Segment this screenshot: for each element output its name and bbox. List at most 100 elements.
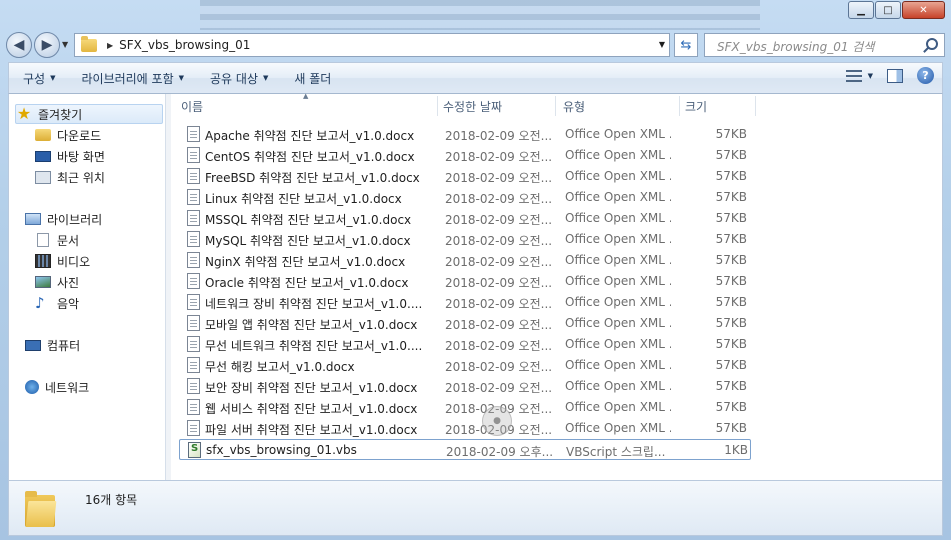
file-date: 2018-02-09 오전... — [445, 276, 553, 290]
file-date: 2018-02-09 오전... — [445, 150, 553, 164]
nav-videos-label: 비디오 — [57, 254, 91, 269]
refresh-button[interactable]: ⇆ — [674, 33, 698, 57]
forward-button[interactable]: ▶ — [34, 32, 60, 58]
file-row[interactable]: sfx_vbs_browsing_01.vbs 2018-02-09 오후... V… — [179, 439, 751, 460]
nav-favorites[interactable]: ★ 즐겨찾기 — [15, 104, 163, 124]
file-row[interactable]: 무선 네트워크 취약점 진단 보고서_v1.0.... 2018-02-09 오전… — [179, 334, 751, 355]
docx-icon — [187, 399, 200, 415]
nav-network[interactable]: 네트워크 — [25, 377, 89, 397]
file-row[interactable]: CentOS 취약점 진단 보고서_v1.0.docx 2018-02-09 오전… — [179, 145, 751, 166]
view-dropdown-icon[interactable]: ▼ — [868, 72, 873, 80]
organize-menu[interactable]: 구성 ▼ — [23, 70, 55, 87]
column-date-label: 수정한 날짜 — [443, 99, 503, 114]
file-name: 네트워크 장비 취약점 진단 보고서_v1.0.... — [205, 297, 423, 311]
recent-pages-dropdown[interactable]: ▼ — [62, 40, 68, 49]
file-date: 2018-02-09 오전... — [445, 192, 553, 206]
search-icon[interactable] — [926, 38, 938, 50]
docx-icon — [187, 315, 200, 331]
file-type: Office Open XML ... — [565, 379, 671, 393]
file-size: 57KB — [715, 316, 747, 330]
file-date: 2018-02-09 오전... — [445, 255, 553, 269]
file-row[interactable]: 네트워크 장비 취약점 진단 보고서_v1.0.... 2018-02-09 오전… — [179, 292, 751, 313]
address-bar[interactable]: ▶ SFX_vbs_browsing_01 ▼ — [74, 33, 670, 57]
back-button[interactable]: ◀ — [6, 32, 32, 58]
nav-downloads[interactable]: 다운로드 — [35, 125, 101, 145]
column-header-type[interactable]: 유형 — [557, 94, 679, 118]
file-name: 보안 장비 취약점 진단 보고서_v1.0.docx — [205, 381, 418, 395]
video-icon — [35, 254, 51, 268]
file-row[interactable]: 모바일 앱 취약점 진단 보고서_v1.0.docx 2018-02-09 오전.… — [179, 313, 751, 334]
file-date: 2018-02-09 오전... — [445, 234, 553, 248]
file-row[interactable]: MSSQL 취약점 진단 보고서_v1.0.docx 2018-02-09 오전.… — [179, 208, 751, 229]
file-row[interactable]: Oracle 취약점 진단 보고서_v1.0.docx 2018-02-09 오전… — [179, 271, 751, 292]
file-row[interactable]: FreeBSD 취약점 진단 보고서_v1.0.docx 2018-02-09 오… — [179, 166, 751, 187]
new-folder-button[interactable]: 새 폴더 — [294, 70, 331, 87]
file-size: 57KB — [715, 253, 747, 267]
file-row[interactable]: MySQL 취약점 진단 보고서_v1.0.docx 2018-02-09 오전.… — [179, 229, 751, 250]
file-type: Office Open XML ... — [565, 274, 671, 288]
docx-icon — [187, 147, 200, 163]
minimize-button[interactable]: ▁ — [848, 1, 874, 19]
nav-libraries[interactable]: 라이브러리 — [25, 209, 102, 229]
column-header-date[interactable]: 수정한 날짜 — [437, 94, 555, 118]
file-size: 57KB — [715, 190, 747, 204]
nav-computer[interactable]: 컴퓨터 — [25, 335, 80, 355]
background-window-blur — [200, 0, 760, 30]
file-type: Office Open XML ... — [565, 169, 671, 183]
close-button[interactable]: ✕ — [902, 1, 945, 19]
toolbar-right-group: ▼ ? — [845, 67, 934, 84]
share-with-menu[interactable]: 공유 대상 ▼ — [210, 70, 268, 87]
nav-favorites-label: 즐겨찾기 — [38, 107, 83, 122]
breadcrumb-current-folder[interactable]: SFX_vbs_browsing_01 — [119, 38, 250, 52]
address-dropdown-icon[interactable]: ▼ — [659, 40, 665, 49]
file-size: 57KB — [715, 337, 747, 351]
caption-buttons: ▁ □ ✕ — [848, 1, 945, 19]
desktop-icon — [35, 150, 51, 162]
include-in-library-menu[interactable]: 라이브러리에 포함 ▼ — [81, 70, 184, 87]
nav-pictures[interactable]: 사진 — [35, 272, 79, 292]
column-header-size[interactable]: 크기 — [679, 94, 755, 118]
column-divider[interactable] — [755, 96, 756, 116]
nav-videos[interactable]: 비디오 — [35, 251, 90, 271]
file-row[interactable]: 파일 서버 취약점 진단 보고서_v1.0.docx 2018-02-09 오전.… — [179, 418, 751, 439]
preview-pane-icon[interactable] — [887, 68, 903, 83]
file-type: Office Open XML ... — [565, 400, 671, 414]
nav-recent[interactable]: 최근 위치 — [35, 167, 105, 187]
file-name: 무선 네트워크 취약점 진단 보고서_v1.0.... — [205, 339, 423, 353]
pane-splitter[interactable] — [165, 94, 171, 480]
breadcrumb-chevron-icon[interactable]: ▶ — [107, 41, 113, 50]
file-list: 이름 ▲ 수정한 날짜 유형 크기 Apache 취약점 진단 보고서_v1.0.… — [175, 92, 944, 480]
view-options-icon[interactable] — [845, 69, 862, 82]
recent-places-icon — [35, 170, 51, 184]
file-row[interactable]: 웹 서비스 취약점 진단 보고서_v1.0.docx 2018-02-09 오전.… — [179, 397, 751, 418]
nav-computer-label: 컴퓨터 — [47, 338, 81, 353]
file-name: FreeBSD 취약점 진단 보고서_v1.0.docx — [205, 171, 420, 185]
nav-desktop[interactable]: 바탕 화면 — [35, 146, 105, 166]
navigation-bar: ◀ ▶ ▼ ▶ SFX_vbs_browsing_01 ▼ ⇆ SFX_vbs_… — [4, 30, 947, 58]
nav-music[interactable]: ♪ 음악 — [35, 293, 79, 313]
file-size: 57KB — [715, 127, 747, 141]
column-type-label: 유형 — [563, 99, 586, 114]
file-row[interactable]: Linux 취약점 진단 보고서_v1.0.docx 2018-02-09 오전.… — [179, 187, 751, 208]
star-icon: ★ — [16, 104, 32, 123]
docx-icon — [187, 210, 200, 226]
explorer-window: ▁ □ ✕ ◀ ▶ ▼ ▶ SFX_vbs_browsing_01 ▼ ⇆ SF… — [0, 0, 951, 540]
file-date: 2018-02-09 오전... — [445, 381, 553, 395]
file-row[interactable]: NginX 취약점 진단 보고서_v1.0.docx 2018-02-09 오전.… — [179, 250, 751, 271]
file-row[interactable]: 무선 해킹 보고서_v1.0.docx 2018-02-09 오전... Offic… — [179, 355, 751, 376]
organize-label: 구성 — [23, 71, 46, 86]
docx-icon — [187, 420, 200, 436]
column-header-name[interactable]: 이름 ▲ — [175, 92, 437, 118]
nav-documents[interactable]: 문서 — [35, 230, 79, 250]
navigation-pane: ★ 즐겨찾기 다운로드 바탕 화면 최근 위치 라이브러리 문서 비디오 사진 — [9, 94, 165, 480]
file-row[interactable]: Apache 취약점 진단 보고서_v1.0.docx 2018-02-09 오전… — [179, 124, 751, 145]
file-row[interactable]: 보안 장비 취약점 진단 보고서_v1.0.docx 2018-02-09 오전.… — [179, 376, 751, 397]
maximize-button[interactable]: □ — [875, 1, 901, 19]
help-icon[interactable]: ? — [917, 67, 934, 84]
arrow-left-icon: ◀ — [13, 37, 25, 53]
column-divider[interactable] — [555, 96, 556, 116]
network-icon — [25, 380, 39, 394]
docx-icon — [187, 273, 200, 289]
search-input[interactable]: SFX_vbs_browsing_01 검색 — [704, 33, 945, 57]
file-type: Office Open XML ... — [565, 253, 671, 267]
